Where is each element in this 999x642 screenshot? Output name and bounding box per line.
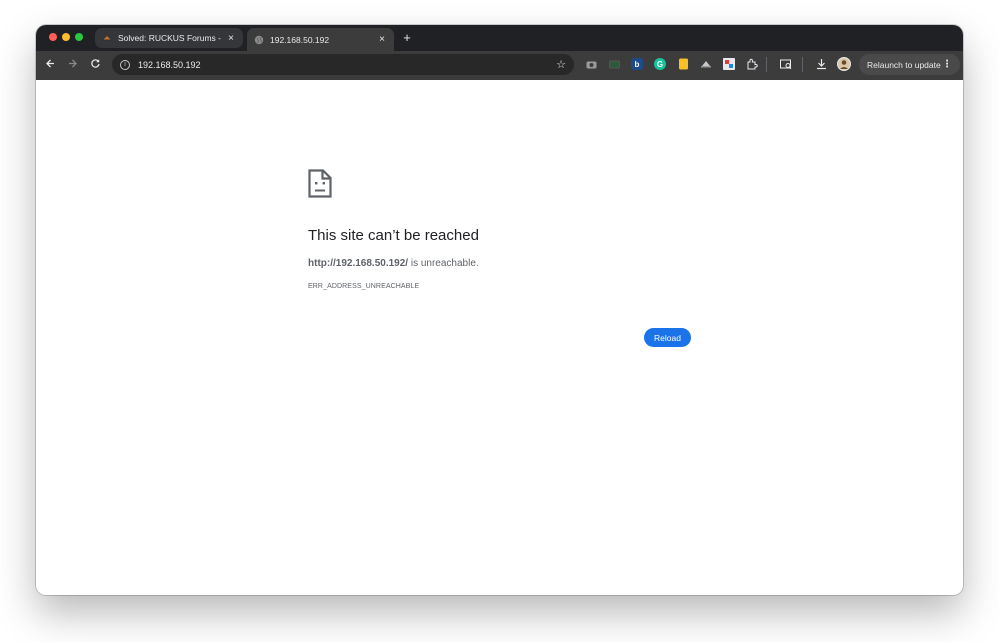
relaunch-label: Relaunch to update — [867, 59, 941, 70]
grammarly-icon[interactable]: G — [653, 57, 667, 71]
download-icon[interactable] — [814, 57, 828, 71]
camera-icon[interactable] — [584, 57, 598, 71]
forward-button[interactable] — [64, 57, 80, 73]
profile-avatar[interactable] — [837, 57, 851, 71]
reload-page-button[interactable]: Reload — [644, 328, 691, 347]
relaunch-to-update-button[interactable]: Relaunch to update ⋮ — [859, 54, 960, 75]
error-title: This site can’t be reached — [308, 227, 479, 244]
page-content: This site can’t be reached http://192.16… — [36, 80, 963, 595]
tab-active-address[interactable]: 192.168.50.192 × — [247, 28, 394, 51]
error-description: http://192.168.50.192/ is unreachable. — [308, 258, 479, 269]
globe-icon — [254, 35, 264, 45]
arrow-left-icon — [45, 59, 54, 68]
browser-window: Solved: RUCKUS Forums - Re × 192.168.50.… — [36, 25, 963, 595]
tab-title: Solved: RUCKUS Forums - Re — [118, 33, 222, 43]
tab-search-icon[interactable] — [779, 57, 793, 71]
close-icon[interactable]: × — [377, 34, 387, 45]
screen-icon[interactable] — [607, 57, 621, 71]
toolbar-separator — [766, 57, 767, 72]
notes-icon[interactable] — [676, 57, 690, 71]
address-url[interactable]: 192.168.50.192 — [138, 60, 556, 70]
arrow-right-icon — [68, 59, 77, 68]
tab-strip: Solved: RUCKUS Forums - Re × 192.168.50.… — [36, 25, 963, 51]
svg-text:b: b — [635, 60, 640, 69]
hat-icon[interactable] — [699, 57, 713, 71]
site-info-icon[interactable]: i — [120, 59, 130, 70]
window-maximize-button[interactable] — [75, 33, 83, 41]
tab-ruckus-forums[interactable]: Solved: RUCKUS Forums - Re × — [95, 28, 243, 48]
bookmark-star-icon[interactable]: ☆ — [556, 58, 566, 71]
window-close-button[interactable] — [49, 33, 57, 41]
toolbar-separator — [802, 57, 803, 72]
svg-text:G: G — [657, 60, 663, 69]
reload-button[interactable] — [87, 57, 103, 73]
reload-icon — [90, 59, 100, 68]
window-minimize-button[interactable] — [62, 33, 70, 41]
ruckus-hat-icon — [102, 33, 112, 43]
sad-page-icon — [308, 169, 332, 198]
address-bar[interactable]: i 192.168.50.192 ☆ — [112, 54, 574, 75]
browser-toolbar: i 192.168.50.192 ☆ b G Relaunch to updat… — [36, 51, 963, 81]
error-url: http://192.168.50.192/ — [308, 258, 409, 269]
error-code: ERR_ADDRESS_UNREACHABLE — [308, 283, 420, 290]
more-menu-icon[interactable]: ⋮ — [942, 59, 952, 70]
back-button[interactable] — [42, 57, 58, 73]
new-tab-button[interactable]: + — [399, 30, 415, 46]
error-description-text: is unreachable. — [408, 258, 479, 269]
tab-title: 192.168.50.192 — [270, 34, 330, 45]
close-icon[interactable]: × — [226, 33, 236, 44]
puzzle-icon[interactable] — [745, 57, 759, 71]
film-icon[interactable] — [722, 57, 736, 71]
bitdefender-icon[interactable]: b — [630, 57, 644, 71]
